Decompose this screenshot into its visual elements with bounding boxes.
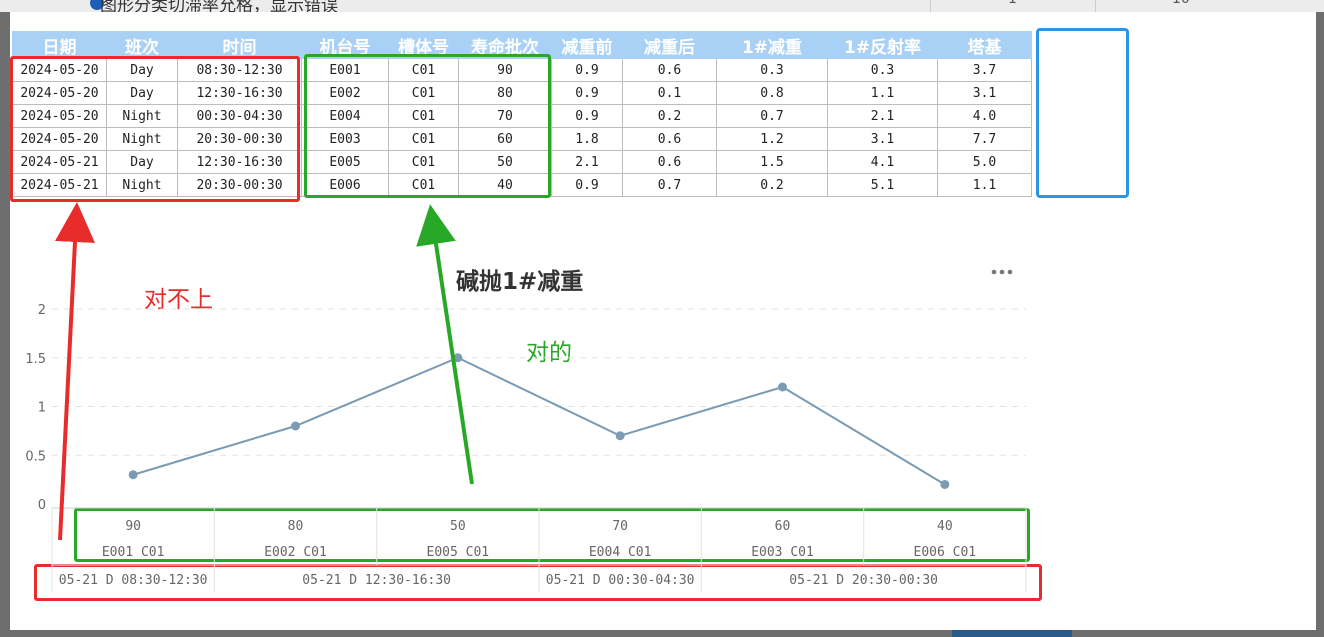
data-point [615, 431, 625, 441]
x-tick-label-batch: 70 [612, 519, 628, 534]
y-tick-label: 2 [38, 303, 46, 318]
chart-gridlines [52, 308, 1026, 456]
x-tick-label-machine: E004 C01 [589, 545, 652, 560]
data-point [128, 470, 138, 480]
x-tick-label-machine: E003 C01 [751, 545, 814, 560]
y-tick-label: 1.5 [25, 352, 46, 367]
y-tick-label: 0.5 [25, 449, 46, 464]
x-tick-label-machine: E005 C01 [427, 545, 490, 560]
data-point [940, 480, 950, 489]
y-axis: 0 0.5 1 1.5 2 [25, 303, 46, 513]
mismatch-arrow [55, 202, 95, 541]
data-point [291, 421, 300, 431]
x-tick-label-batch: 60 [775, 519, 791, 534]
data-point [778, 382, 787, 392]
x-tick-label-batch: 50 [450, 519, 466, 534]
x-tick-label-machine: E002 C01 [264, 545, 327, 560]
x-tick-label-time-group: 05-21 D 08:30-12:30 [59, 573, 208, 588]
x-tick-label-machine: E006 C01 [914, 545, 977, 560]
x-tick-label-batch: 90 [125, 519, 141, 534]
x-tick-label-time-group: 05-21 D 20:30-00:30 [789, 573, 938, 588]
chart-series [128, 353, 950, 489]
chart-canvas: 0 0.5 1 1.5 2 90 80 50 70 60 40 E001 C01 E002 C01 E0… [25, 202, 1027, 592]
match-arrow [416, 204, 474, 485]
x-tick-label-batch: 80 [288, 519, 304, 534]
x-tick-label-time-group: 05-21 D 00:30-04:30 [546, 573, 695, 588]
x-tick-label-time-group: 05-21 D 12:30-16:30 [302, 573, 451, 588]
y-tick-label: 1 [38, 401, 46, 416]
x-tick-label-batch: 40 [937, 519, 953, 534]
x-axis: 90 80 50 70 60 40 E001 C01 E002 C01 E005 C01 E004… [51, 507, 1027, 592]
x-tick-label-machine: E001 C01 [102, 545, 165, 560]
series-line [132, 356, 946, 486]
y-tick-label: 0 [38, 498, 46, 513]
